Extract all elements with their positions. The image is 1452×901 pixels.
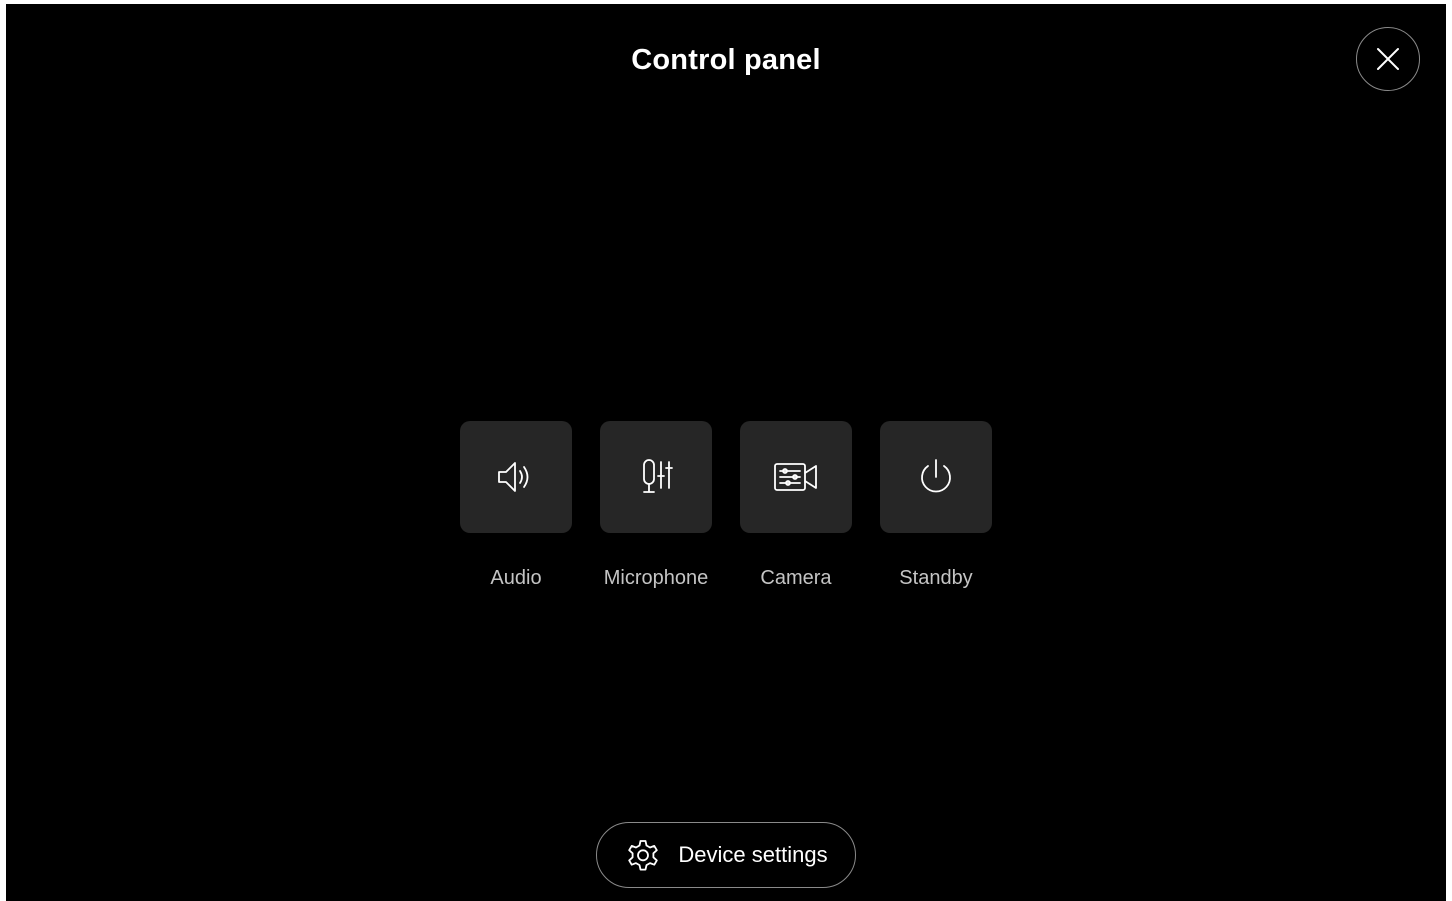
camera-label: Camera [760,567,832,589]
camera-button[interactable] [740,421,852,533]
standby-label: Standby [899,567,973,589]
microphone-settings-icon [636,457,676,497]
control-tiles: Audio Microphone Camera Standby [446,421,1006,590]
gear-icon [624,836,662,874]
control-panel-screen: Control panel Audio Microphone Camera St… [6,4,1446,901]
speaker-icon [496,457,536,497]
device-settings-label: Device settings [678,842,828,867]
audio-tile[interactable]: Audio [446,421,586,590]
close-button[interactable] [1356,27,1420,91]
camera-settings-icon [773,457,819,497]
camera-tile[interactable]: Camera [726,421,866,590]
standby-tile[interactable]: Standby [866,421,1006,590]
audio-label: Audio [490,567,542,589]
audio-button[interactable] [460,421,572,533]
standby-button[interactable] [880,421,992,533]
page-title: Control panel [631,44,821,76]
microphone-label: Microphone [603,567,709,589]
microphone-tile[interactable]: Microphone [586,421,726,590]
close-icon [1375,46,1401,72]
microphone-button[interactable] [600,421,712,533]
power-icon [916,457,956,497]
device-settings-button[interactable]: Device settings [596,822,856,888]
